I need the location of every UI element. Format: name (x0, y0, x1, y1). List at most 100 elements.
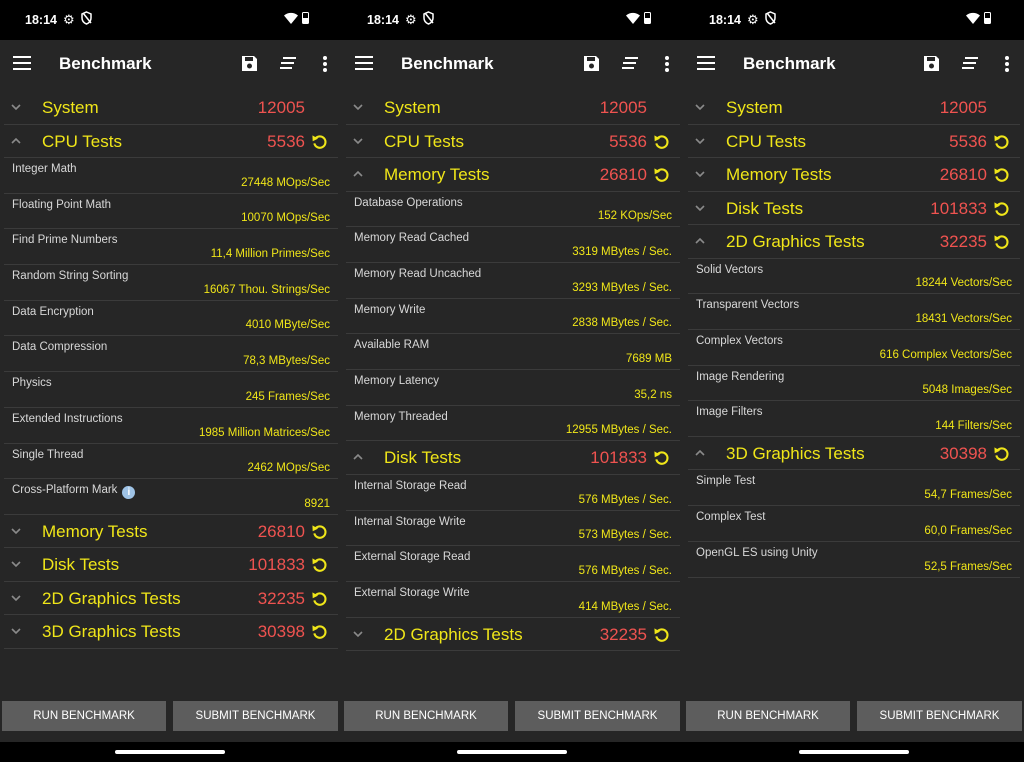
result-value: 12955 MBytes / Sec. (565, 424, 672, 437)
section-header[interactable]: Disk Tests 101833 (346, 441, 680, 475)
result-name-text: Find Prime Numbers (12, 234, 118, 247)
result-value: 16067 Thou. Strings/Sec (203, 283, 330, 296)
reload-icon[interactable] (653, 166, 670, 183)
save-icon[interactable] (923, 55, 940, 72)
chevron-down-icon (353, 104, 363, 111)
status-time: 18:14 (709, 13, 741, 27)
section-header[interactable]: CPU Tests 5536 (346, 125, 680, 158)
submit-benchmark-button[interactable]: SUBMIT BENCHMARK (857, 701, 1022, 731)
result-name-text: Memory Threaded (354, 410, 448, 423)
result-name: Complex Vectors (696, 335, 783, 347)
section-header[interactable]: Memory Tests 26810 (688, 158, 1020, 192)
sort-icon[interactable] (622, 57, 638, 69)
section-score: 12005 (599, 98, 647, 117)
reload-icon[interactable] (993, 166, 1010, 183)
section-score: 26810 (599, 165, 647, 184)
menu-icon[interactable] (355, 56, 373, 70)
run-benchmark-button[interactable]: RUN BENCHMARK (2, 701, 166, 731)
more-options-icon[interactable] (1005, 56, 1009, 72)
section-header[interactable]: Memory Tests 26810 (346, 158, 680, 192)
result-name: External Storage Write (354, 587, 469, 599)
section-name: Memory Tests (42, 521, 148, 541)
menu-icon[interactable] (697, 56, 715, 70)
reload-icon[interactable] (653, 133, 670, 150)
home-gesture-handle[interactable] (115, 750, 225, 754)
section-score: 101833 (248, 555, 305, 575)
result-value: 616 Complex Vectors/Sec (879, 348, 1012, 361)
run-benchmark-button[interactable]: RUN BENCHMARK (344, 701, 508, 731)
reload-icon[interactable] (993, 133, 1010, 150)
wifi-icon (626, 12, 640, 24)
section-header[interactable]: Memory Tests 26810 (4, 515, 338, 549)
result-item: Internal Storage Write 573 MBytes / Sec. (346, 511, 680, 547)
result-item: Cross-Platform Mark i 8921 (4, 479, 338, 515)
submit-benchmark-button[interactable]: SUBMIT BENCHMARK (515, 701, 680, 731)
result-item: Single Thread 2462 MOps/Sec (4, 444, 338, 480)
section-header[interactable]: Disk Tests 101833 (4, 548, 338, 582)
result-name-text: Image Filters (696, 406, 763, 419)
reload-icon[interactable] (311, 556, 328, 573)
run-benchmark-button[interactable]: RUN BENCHMARK (686, 701, 850, 731)
result-name: Transparent Vectors (696, 299, 799, 311)
section-header[interactable]: System 12005 (346, 91, 680, 125)
result-item: Available RAM 7689 MB (346, 334, 680, 370)
reload-icon[interactable] (993, 233, 1010, 250)
result-name-text: Database Operations (354, 196, 463, 209)
sort-icon[interactable] (962, 57, 978, 69)
info-icon[interactable]: i (122, 486, 136, 500)
section-header[interactable]: CPU Tests 5536 (688, 125, 1020, 158)
section-header[interactable]: 2D Graphics Tests 32235 (346, 618, 680, 652)
section-score: 12005 (939, 98, 987, 117)
reload-icon[interactable] (993, 200, 1010, 217)
gear-icon: ⚙ (405, 12, 417, 27)
result-name: Random String Sorting (12, 270, 128, 282)
result-name-text: External Storage Write (354, 586, 470, 599)
reload-icon[interactable] (311, 590, 328, 607)
result-value: 7689 MB (625, 352, 672, 365)
reload-icon[interactable] (311, 133, 328, 150)
reload-icon[interactable] (993, 445, 1010, 462)
result-name: Solid Vectors (696, 264, 763, 276)
shield-icon (765, 11, 776, 25)
reload-icon[interactable] (311, 523, 328, 540)
submit-benchmark-button[interactable]: SUBMIT BENCHMARK (173, 701, 338, 731)
result-value: 78,3 MBytes/Sec (243, 355, 330, 368)
save-icon[interactable] (241, 55, 258, 72)
section-score: 101833 (590, 448, 647, 468)
result-name: Complex Test (696, 511, 765, 523)
section-header[interactable]: CPU Tests 5536 (4, 125, 338, 158)
section-header[interactable]: System 12005 (4, 91, 338, 125)
reload-icon[interactable] (311, 623, 328, 640)
result-name: Physics (12, 377, 52, 389)
result-name: Memory Read Uncached (354, 268, 481, 280)
home-gesture-handle[interactable] (457, 750, 567, 754)
chevron-down-icon (695, 104, 705, 111)
results-list: System 12005 CPU Tests 5536 Memory Tests 2681… (688, 91, 1020, 578)
section-header[interactable]: Disk Tests 101833 (688, 192, 1020, 225)
result-name-text: Single Thread (12, 448, 84, 461)
chevron-up-icon (695, 237, 705, 244)
result-name: Memory Threaded (354, 411, 448, 423)
section-header[interactable]: 3D Graphics Tests 30398 (4, 615, 338, 649)
menu-icon[interactable] (13, 56, 31, 70)
section-header[interactable]: 2D Graphics Tests 32235 (4, 582, 338, 616)
result-value: 18431 Vectors/Sec (915, 312, 1012, 325)
result-value: 144 Filters/Sec (935, 419, 1012, 432)
home-gesture-handle[interactable] (799, 750, 909, 754)
result-name: Internal Storage Write (354, 516, 466, 528)
result-name-text: Memory Read Cached (354, 232, 470, 245)
section-score: 32235 (257, 588, 305, 608)
result-item: Floating Point Math 10070 MOps/Sec (4, 194, 338, 230)
status-bar: 18:14 ⚙ (0, 0, 342, 40)
save-icon[interactable] (583, 55, 600, 72)
more-options-icon[interactable] (323, 56, 327, 72)
result-name-text: Memory Write (354, 303, 426, 316)
sort-icon[interactable] (280, 57, 296, 69)
section-header[interactable]: 3D Graphics Tests 30398 (688, 437, 1020, 471)
reload-icon[interactable] (653, 449, 670, 466)
app-title: Benchmark (743, 54, 836, 73)
more-options-icon[interactable] (665, 56, 669, 72)
section-header[interactable]: 2D Graphics Tests 32235 (688, 225, 1020, 259)
section-header[interactable]: System 12005 (688, 91, 1020, 125)
reload-icon[interactable] (653, 626, 670, 643)
